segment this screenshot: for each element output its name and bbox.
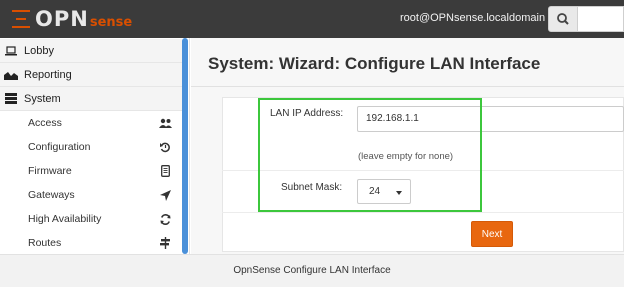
- sidebar-subitem-routes[interactable]: Routes: [0, 231, 182, 255]
- sidebar-item-reporting[interactable]: Reporting: [0, 63, 182, 87]
- refresh-icon: [158, 212, 172, 226]
- sidebar-subitem-gateways[interactable]: Gateways: [0, 183, 182, 207]
- sidebar-item-label: Reporting: [24, 68, 72, 81]
- location-arrow-icon: [158, 188, 172, 202]
- user-menu[interactable]: root@OPNsense.localdomain: [400, 12, 545, 24]
- sidebar-item-system[interactable]: System: [0, 87, 182, 111]
- sidebar-item-label: Lobby: [24, 44, 54, 57]
- opnsense-logo[interactable]: OPN sense: [10, 7, 132, 31]
- sidebar-scrollbar[interactable]: [182, 38, 188, 254]
- sidebar-subitem-configuration[interactable]: Configuration: [0, 135, 182, 159]
- sidebar-subitem-label: Gateways: [28, 189, 75, 201]
- title-divider: [191, 86, 624, 87]
- sidebar-subitem-label: Configuration: [28, 141, 91, 153]
- sidebar-subitem-label: High Availability: [28, 213, 102, 225]
- map-signs-icon: [158, 236, 172, 250]
- next-button[interactable]: Next: [471, 221, 513, 247]
- form-row-divider: [222, 212, 624, 213]
- logo-suffix: sense: [89, 14, 133, 30]
- sidebar-subitem-label: Firmware: [28, 165, 72, 177]
- sidebar-item-lobby[interactable]: Lobby: [0, 39, 182, 63]
- logo-mark-icon: [10, 8, 32, 30]
- sidebar-subitem-label: Routes: [28, 237, 62, 249]
- sidebar-subitem-firmware[interactable]: Firmware: [0, 159, 182, 183]
- highlight-box: [258, 98, 482, 212]
- users-icon: [158, 116, 172, 130]
- search-icon: [557, 13, 569, 25]
- page-title: System: Wizard: Configure LAN Interface: [208, 54, 541, 73]
- tablet-icon: [158, 164, 172, 178]
- sidebar-item-label: System: [24, 92, 61, 105]
- search-button[interactable]: [548, 6, 578, 32]
- logo-text: OPN: [35, 7, 89, 31]
- search-input[interactable]: [578, 6, 624, 32]
- area-chart-icon: [4, 68, 18, 82]
- sidebar-subitem-label: Access: [28, 117, 62, 129]
- laptop-icon: [4, 44, 18, 58]
- sidebar-subitem-access[interactable]: Access: [0, 111, 182, 135]
- image-caption: OpnSense Configure LAN Interface: [233, 265, 391, 276]
- history-icon: [158, 140, 172, 154]
- server-icon: [4, 92, 18, 106]
- sidebar-subitem-high-availability[interactable]: High Availability: [0, 207, 182, 231]
